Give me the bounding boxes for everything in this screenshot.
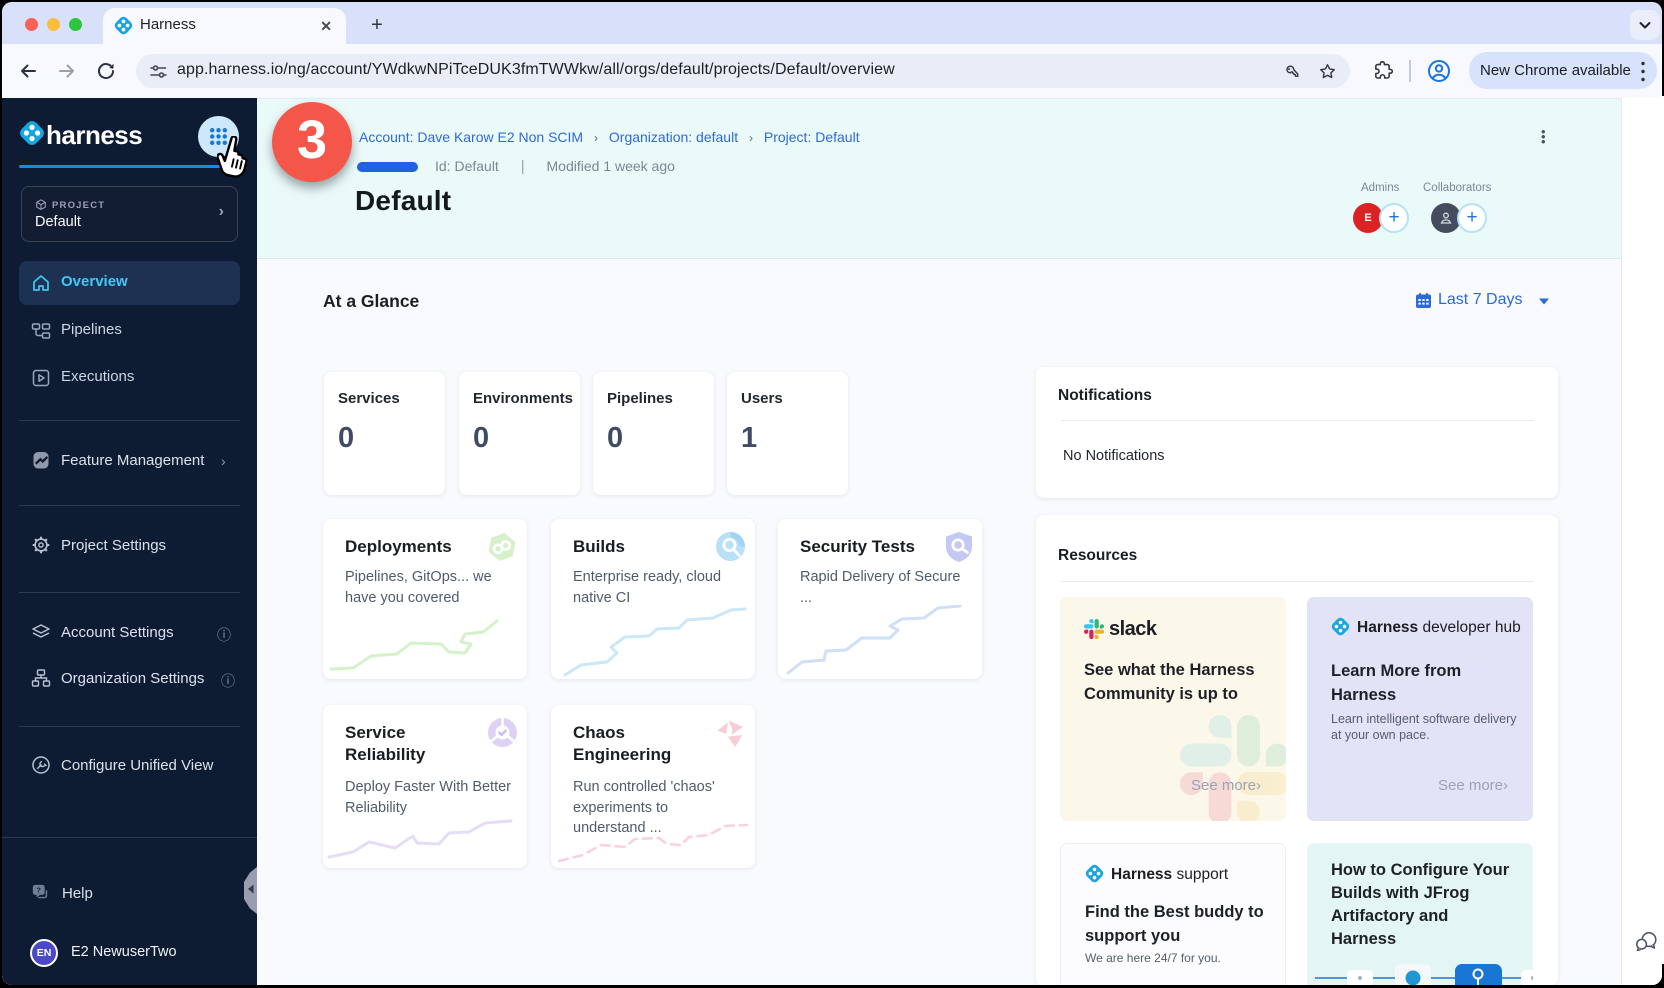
svg-text:?: ? [37, 886, 42, 895]
